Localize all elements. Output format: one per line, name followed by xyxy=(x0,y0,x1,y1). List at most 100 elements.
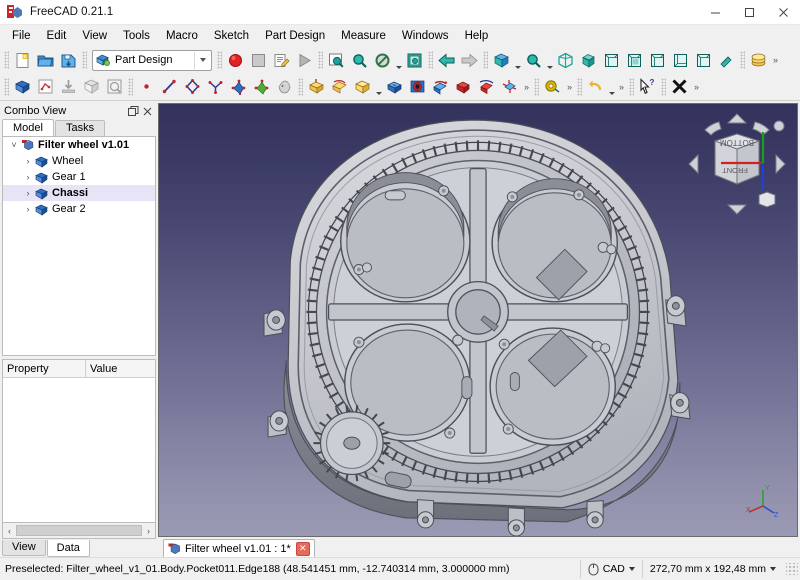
toolbar-overflow-button[interactable]: » xyxy=(521,76,532,98)
toolbar-grip[interactable] xyxy=(4,51,9,69)
toolbar-grip[interactable] xyxy=(128,77,133,96)
close-document-icon[interactable] xyxy=(668,76,691,98)
chevron-down-icon[interactable] xyxy=(545,47,554,74)
toolbar-overflow-button[interactable]: » xyxy=(691,76,702,98)
document-tab[interactable]: Filter wheel v1.01 : 1* ✕ xyxy=(163,539,315,557)
external-geometry-icon[interactable] xyxy=(273,76,296,98)
close-button[interactable] xyxy=(766,0,800,24)
tab-model[interactable]: Model xyxy=(2,119,54,136)
chevron-down-icon[interactable] xyxy=(374,73,383,100)
whats-this-icon[interactable]: ? xyxy=(636,76,659,98)
create-polyline-icon[interactable] xyxy=(181,76,204,98)
save-document-icon[interactable] xyxy=(57,49,80,71)
toolbar-grip[interactable] xyxy=(318,51,323,69)
fit-all-icon[interactable] xyxy=(325,49,348,71)
pocket-icon[interactable] xyxy=(383,76,406,98)
subtractive-primitive-icon[interactable] xyxy=(498,76,521,98)
expand-toggle-icon[interactable]: › xyxy=(21,201,35,217)
isometric-view-icon[interactable] xyxy=(490,49,513,71)
appearance-icon[interactable] xyxy=(747,49,770,71)
draw-style-icon[interactable] xyxy=(371,49,394,71)
3d-viewport[interactable]: BOTTOM FRONT X Y Z xyxy=(158,103,798,537)
macro-execute-icon[interactable] xyxy=(293,49,316,71)
menu-tools[interactable]: Tools xyxy=(115,27,158,45)
menu-view[interactable]: View xyxy=(74,27,115,45)
menu-part-design[interactable]: Part Design xyxy=(257,27,333,45)
property-editor[interactable]: Property Value xyxy=(2,359,156,523)
bottom-view-icon[interactable] xyxy=(669,49,692,71)
menu-file[interactable]: File xyxy=(4,27,39,45)
toolbar-overflow-button[interactable]: » xyxy=(770,49,781,71)
subtractive-loft-icon[interactable] xyxy=(452,76,475,98)
tree-item-wheel[interactable]: › Wheel xyxy=(3,153,155,169)
front-view-icon[interactable] xyxy=(577,49,600,71)
toolbar-grip[interactable] xyxy=(428,51,433,69)
chevron-down-icon[interactable] xyxy=(513,47,522,74)
chevron-down-icon[interactable] xyxy=(607,73,616,100)
macro-edit-icon[interactable] xyxy=(270,49,293,71)
nav-forward-icon[interactable] xyxy=(458,49,481,71)
new-document-icon[interactable] xyxy=(11,49,34,71)
toolbar-grip[interactable] xyxy=(483,51,488,69)
subtractive-pipe-icon[interactable] xyxy=(475,76,498,98)
dimensions-selector[interactable]: 272,70 mm x 192,48 mm xyxy=(641,560,783,578)
menu-edit[interactable]: Edit xyxy=(39,27,75,45)
chevron-down-icon[interactable] xyxy=(628,567,635,571)
attach-sketch-icon[interactable] xyxy=(57,76,80,98)
revolution-icon[interactable] xyxy=(328,76,351,98)
navigation-mode-selector[interactable]: CAD xyxy=(579,560,642,578)
create-arc-icon[interactable] xyxy=(204,76,227,98)
toolbar-grip[interactable] xyxy=(534,77,539,96)
create-point-icon[interactable] xyxy=(135,76,158,98)
tab-view[interactable]: View xyxy=(2,540,46,556)
fit-selection-icon[interactable] xyxy=(348,49,371,71)
trim-edge-icon[interactable] xyxy=(250,76,273,98)
resize-grip[interactable] xyxy=(786,563,798,575)
minimize-button[interactable] xyxy=(698,0,732,24)
hole-icon[interactable] xyxy=(406,76,429,98)
nav-back-icon[interactable] xyxy=(435,49,458,71)
tree-item-gear-2[interactable]: › Gear 2 xyxy=(3,201,155,217)
chevron-down-icon[interactable] xyxy=(394,47,403,74)
axonometric-view-icon[interactable] xyxy=(554,49,577,71)
close-document-tab-icon[interactable]: ✕ xyxy=(295,541,310,556)
menu-measure[interactable]: Measure xyxy=(333,27,394,45)
create-datum-icon[interactable] xyxy=(80,76,103,98)
open-document-icon[interactable] xyxy=(34,49,57,71)
toolbar-grip[interactable] xyxy=(82,51,87,69)
create-fillet-icon[interactable] xyxy=(227,76,250,98)
tree-item-chassi[interactable]: › Chassi xyxy=(3,185,155,201)
additive-loft-icon[interactable] xyxy=(351,76,374,98)
tree-item-gear-1[interactable]: › Gear 1 xyxy=(3,169,155,185)
toolbar-overflow-button[interactable]: » xyxy=(564,76,575,98)
toolbar-grip[interactable] xyxy=(217,51,222,69)
menu-macro[interactable]: Macro xyxy=(158,27,206,45)
menu-help[interactable]: Help xyxy=(457,27,497,45)
scroll-left-icon[interactable]: ‹ xyxy=(3,524,16,537)
tab-data[interactable]: Data xyxy=(46,540,90,557)
toolbar-grip[interactable] xyxy=(740,51,745,69)
macro-record-icon[interactable] xyxy=(224,49,247,71)
create-body-icon[interactable] xyxy=(11,76,34,98)
zoom-box-icon[interactable] xyxy=(522,49,545,71)
expand-toggle-icon[interactable]: › xyxy=(21,185,35,201)
top-view-icon[interactable] xyxy=(600,49,623,71)
left-view-icon[interactable] xyxy=(692,49,715,71)
create-sketch-icon[interactable] xyxy=(34,76,57,98)
property-editor-body[interactable] xyxy=(3,378,155,522)
navigation-cube[interactable]: BOTTOM FRONT xyxy=(683,110,791,218)
expand-toggle-icon[interactable]: ˅ xyxy=(7,137,21,153)
toolbar-grip[interactable] xyxy=(298,77,303,96)
right-view-icon[interactable] xyxy=(623,49,646,71)
model-tree[interactable]: ˅ Filter wheel v1.01 › Wheel › Gear 1 › … xyxy=(2,136,156,356)
measure-tape-icon[interactable] xyxy=(541,76,564,98)
workbench-selector[interactable]: Part Design xyxy=(92,49,212,71)
tree-item-document[interactable]: ˅ Filter wheel v1.01 xyxy=(3,137,155,153)
expand-toggle-icon[interactable]: › xyxy=(21,153,35,169)
scroll-right-icon[interactable]: › xyxy=(142,524,155,537)
toolbar-grip[interactable] xyxy=(4,77,9,96)
property-editor-hscrollbar[interactable]: ‹ › xyxy=(2,523,156,539)
chevron-down-icon[interactable] xyxy=(770,567,776,571)
macro-stop-icon[interactable] xyxy=(247,49,270,71)
scroll-thumb[interactable] xyxy=(16,525,142,536)
